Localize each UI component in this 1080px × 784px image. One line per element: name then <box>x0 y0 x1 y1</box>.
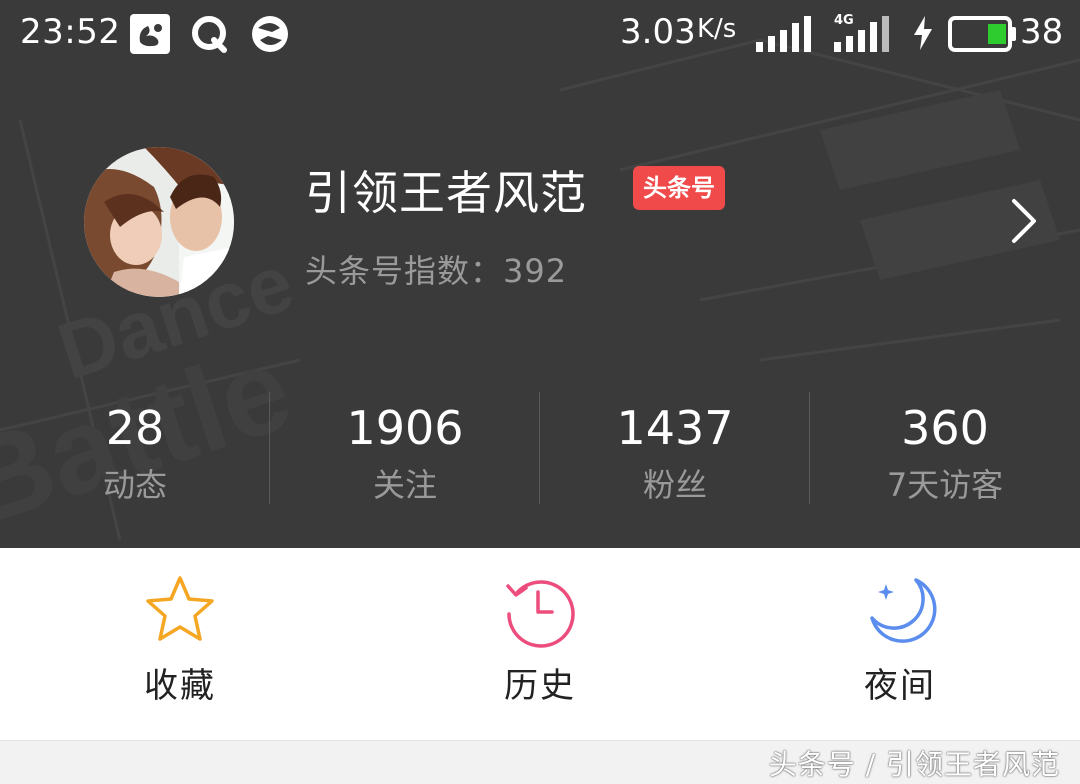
stat-label: 动态 <box>102 466 167 504</box>
history-button[interactable]: 历史 <box>360 572 720 707</box>
status-bar: 23:52 3.03 K/s 4G 38 <box>0 0 1080 70</box>
star-icon <box>146 576 214 641</box>
stat-value: 28 <box>105 401 165 455</box>
favorites-label: 收藏 <box>144 666 216 706</box>
stat-label: 粉丝 <box>642 466 707 504</box>
stat-label: 关注 <box>372 466 437 504</box>
stat-posts[interactable]: 28 动态 <box>0 398 270 510</box>
night-mode-button[interactable]: 夜间 <box>720 572 1080 707</box>
quick-actions: 收藏 历史 夜间 <box>0 548 1080 740</box>
chevron-right-icon[interactable] <box>1006 197 1042 245</box>
signal-4g-icon: 4G <box>834 13 889 52</box>
profile-screen: Dance Battle 23:52 3.03 K/s 4G 38 引领王者风范… <box>0 0 1080 784</box>
uc-browser-icon <box>130 14 170 54</box>
profile-header: Dance Battle 23:52 3.03 K/s 4G 38 引领王者风范… <box>0 0 1080 548</box>
favorites-button[interactable]: 收藏 <box>0 572 360 707</box>
q-app-icon <box>192 16 227 53</box>
network-type-label: 4G <box>834 13 854 28</box>
stat-followers[interactable]: 1437 粉丝 <box>540 398 810 510</box>
stat-value: 1906 <box>346 401 464 455</box>
stat-value: 360 <box>901 401 989 455</box>
history-label: 历史 <box>504 666 576 706</box>
battery-level: 38 <box>1020 12 1064 52</box>
network-speed-unit: K/s <box>697 14 737 44</box>
status-time: 23:52 <box>20 12 121 52</box>
charging-icon <box>914 16 932 50</box>
signal-icon <box>756 16 811 52</box>
footer-strip: 头条号 / 引领王者风范 <box>0 740 1080 784</box>
sync-app-icon <box>252 16 288 52</box>
stat-label: 7天访客 <box>886 466 1004 504</box>
avatar-image <box>84 147 234 297</box>
stat-following[interactable]: 1906 关注 <box>270 398 540 510</box>
profile-name[interactable]: 引领王者风范 <box>305 157 587 223</box>
history-clock-icon <box>506 580 575 648</box>
moon-icon <box>870 578 937 643</box>
stat-visitors[interactable]: 360 7天访客 <box>810 398 1080 510</box>
stat-value: 1437 <box>616 401 734 455</box>
toutiao-index: 头条号指数：392 <box>305 252 568 290</box>
avatar[interactable] <box>84 147 234 297</box>
battery-icon <box>948 16 1016 52</box>
toutiao-badge: 头条号 <box>633 166 725 210</box>
watermark-caption: 头条号 / 引领王者风范 <box>768 748 1060 781</box>
night-mode-label: 夜间 <box>864 666 936 706</box>
network-speed: 3.03 <box>620 12 696 52</box>
